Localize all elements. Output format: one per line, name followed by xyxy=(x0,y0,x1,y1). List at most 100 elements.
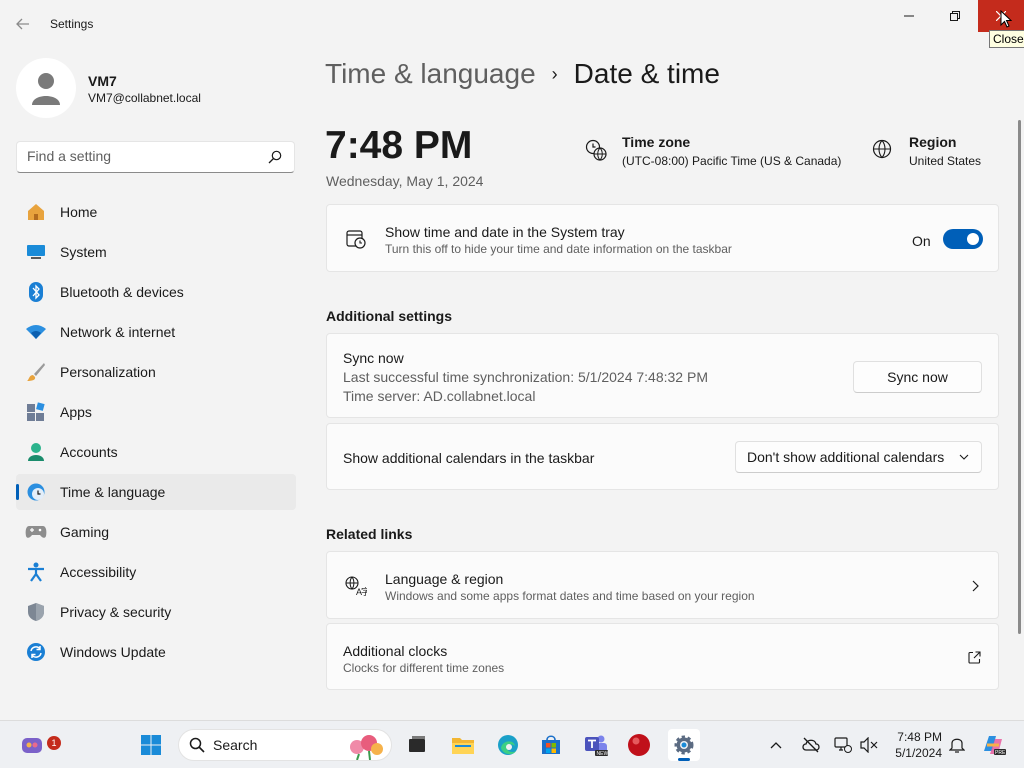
accounts-icon xyxy=(25,441,47,463)
arrow-left-icon xyxy=(16,18,29,30)
record-icon xyxy=(628,734,650,756)
folder-icon xyxy=(452,738,474,754)
time-zone-value: (UTC-08:00) Pacific Time (US & Canada) xyxy=(622,154,842,168)
gaming-icon xyxy=(25,521,47,543)
avatar[interactable] xyxy=(16,58,76,118)
sidebar-item-personalization[interactable]: Personalization xyxy=(16,354,296,390)
brush-icon xyxy=(25,361,47,383)
calendars-dropdown[interactable]: Don't show additional calendars xyxy=(735,441,982,473)
profile-name: VM7 xyxy=(88,73,117,89)
copilot-button[interactable]: PRE xyxy=(978,729,1010,761)
taskbar-time: 7:48 PM xyxy=(897,730,942,744)
search-input[interactable] xyxy=(27,148,267,164)
network-status-icon xyxy=(834,737,852,753)
breadcrumb-separator: › xyxy=(551,63,558,84)
apps-icon xyxy=(25,401,47,423)
sidebar-item-apps[interactable]: Apps xyxy=(16,394,296,430)
teams-button[interactable]: NEW xyxy=(580,729,612,761)
notifications-button[interactable] xyxy=(945,729,969,761)
gear-icon xyxy=(674,735,694,755)
sidebar-item-accessibility[interactable]: Accessibility xyxy=(16,554,296,590)
sync-now-button[interactable]: Sync now xyxy=(853,361,982,393)
file-explorer-button[interactable] xyxy=(447,729,479,761)
restore-icon xyxy=(950,11,960,21)
svg-text:PRE: PRE xyxy=(995,750,1006,756)
language-region-subtitle: Windows and some apps format dates and t… xyxy=(385,589,755,603)
chat-button[interactable]: 1 xyxy=(16,729,61,761)
shield-icon xyxy=(25,601,47,623)
edge-button[interactable] xyxy=(492,729,524,761)
copilot-icon: PRE xyxy=(984,736,1006,756)
bluetooth-icon xyxy=(25,281,47,303)
notification-bell-icon xyxy=(949,738,965,753)
task-view-button[interactable] xyxy=(401,729,433,761)
volume-tray-button[interactable] xyxy=(858,729,880,761)
system-tray-time-card: Show time and date in the System tray Tu… xyxy=(326,204,999,272)
sidebar-item-home[interactable]: Home xyxy=(16,194,296,230)
store-button[interactable] xyxy=(535,729,567,761)
taskbar-search-label: Search xyxy=(213,737,258,753)
sidebar-item-accounts[interactable]: Accounts xyxy=(16,434,296,470)
sidebar-nav: Home System Bluetooth & devices Network … xyxy=(16,194,296,674)
additional-settings-heading: Additional settings xyxy=(326,308,452,324)
network-tray-button[interactable] xyxy=(832,729,854,761)
volume-muted-icon xyxy=(860,737,878,753)
app-title: Settings xyxy=(50,17,94,31)
network-icon xyxy=(25,321,47,343)
additional-clocks-subtitle: Clocks for different time zones xyxy=(343,661,505,675)
record-app-button[interactable] xyxy=(623,729,655,761)
tray-setting-title: Show time and date in the System tray xyxy=(385,224,625,240)
notification-badge: 1 xyxy=(47,736,61,750)
breadcrumb-parent[interactable]: Time & language xyxy=(325,58,536,90)
windows-logo-icon xyxy=(141,735,161,755)
scrollbar[interactable] xyxy=(1018,120,1021,634)
taskbar-search[interactable]: Search xyxy=(178,729,392,761)
restore-button[interactable] xyxy=(932,0,978,32)
flowers-icon xyxy=(350,735,383,760)
settings-taskbar-button[interactable] xyxy=(668,729,700,761)
page-title: Date & time xyxy=(573,58,720,89)
sidebar-item-windows-update[interactable]: Windows Update xyxy=(16,634,296,670)
home-icon xyxy=(25,201,47,223)
svg-text:字: 字 xyxy=(361,586,367,596)
teams-icon: NEW xyxy=(585,735,608,757)
onedrive-tray-button[interactable] xyxy=(798,729,824,761)
time-server-text: Time server: AD.collabnet.local xyxy=(343,388,536,404)
minimize-button[interactable] xyxy=(886,0,932,32)
back-button[interactable] xyxy=(10,12,36,36)
sidebar-item-bluetooth[interactable]: Bluetooth & devices xyxy=(16,274,296,310)
edge-icon xyxy=(498,735,518,755)
minimize-icon xyxy=(904,15,914,17)
close-button[interactable] xyxy=(978,0,1024,32)
time-language-icon xyxy=(25,481,47,503)
search-icon xyxy=(268,150,282,164)
additional-clocks-link[interactable]: Additional clocks Clocks for different t… xyxy=(326,623,999,690)
tray-setting-subtitle: Turn this off to hide your time and date… xyxy=(385,242,732,256)
additional-calendars-card: Show additional calendars in the taskbar… xyxy=(326,423,999,490)
sync-title: Sync now xyxy=(343,350,404,366)
task-view-icon xyxy=(409,736,425,752)
language-region-link[interactable]: A字 Language & region Windows and some ap… xyxy=(326,551,999,619)
taskbar-date: 5/1/2024 xyxy=(895,746,942,760)
sidebar-item-system[interactable]: System xyxy=(16,234,296,270)
time-zone-title: Time zone xyxy=(622,134,691,150)
sidebar-item-network[interactable]: Network & internet xyxy=(16,314,296,350)
start-button[interactable] xyxy=(135,729,167,761)
profile-email: VM7@collabnet.local xyxy=(88,91,201,105)
taskbar: 1 Search NEW 7:48 PM 5/1/2024 PRE xyxy=(0,720,1024,768)
sidebar-item-gaming[interactable]: Gaming xyxy=(16,514,296,550)
chevron-right-icon xyxy=(972,580,979,592)
chevron-up-icon xyxy=(770,742,782,749)
sidebar-item-privacy[interactable]: Privacy & security xyxy=(16,594,296,630)
sidebar-item-time-language[interactable]: Time & language xyxy=(16,474,296,510)
sync-now-card: Sync now Last successful time synchroniz… xyxy=(326,333,999,418)
title-bar: Settings Close xyxy=(0,0,1024,48)
search-icon xyxy=(189,737,205,753)
globe-icon xyxy=(872,139,892,159)
external-link-icon xyxy=(968,651,981,664)
settings-search-box[interactable] xyxy=(16,141,295,173)
related-links-heading: Related links xyxy=(326,526,413,542)
chevron-down-icon xyxy=(959,454,969,460)
show-hidden-icons-button[interactable] xyxy=(764,729,788,761)
system-tray-toggle[interactable] xyxy=(943,229,983,249)
